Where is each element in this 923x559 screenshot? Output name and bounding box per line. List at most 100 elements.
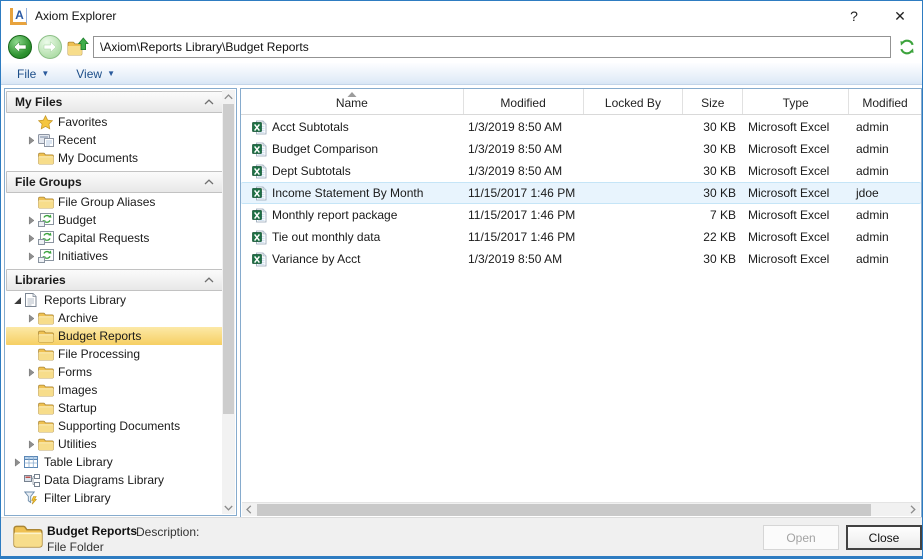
- column-header-label: Name: [336, 96, 368, 110]
- open-button[interactable]: Open: [763, 525, 839, 550]
- tree-item-utilities[interactable]: Utilities: [6, 435, 223, 453]
- cell-modified: 1/3/2019 8:50 AM: [464, 252, 584, 266]
- file-row-monthly-report-package[interactable]: Monthly report package11/15/2017 1:46 PM…: [241, 204, 921, 226]
- expander-collapsed-icon[interactable]: [27, 440, 36, 449]
- window-close-button[interactable]: ✕: [888, 6, 912, 26]
- expander-collapsed-icon[interactable]: [27, 136, 36, 145]
- expander-collapsed-icon[interactable]: [27, 314, 36, 323]
- tree-item-label: Initiatives: [57, 249, 108, 263]
- file-row-acct-subtotals[interactable]: Acct Subtotals1/3/2019 8:50 AM30 KBMicro…: [241, 116, 921, 138]
- file-row-budget-comparison[interactable]: Budget Comparison1/3/2019 8:50 AM30 KBMi…: [241, 138, 921, 160]
- tree-item-startup[interactable]: Startup: [6, 399, 223, 417]
- tree-item-filter-library[interactable]: Filter Library: [6, 489, 223, 507]
- tree-item-label: Table Library: [43, 455, 113, 469]
- column-header-size[interactable]: Size: [683, 89, 743, 114]
- tree-item-recent[interactable]: Recent: [6, 131, 223, 149]
- tree-item-file-group-aliases[interactable]: File Group Aliases: [6, 193, 223, 211]
- tree-item-reports-library[interactable]: Reports Library: [6, 291, 223, 309]
- folder-icon: [38, 312, 54, 325]
- file-row-income-statement-by-month[interactable]: Income Statement By Month11/15/2017 1:46…: [241, 182, 921, 204]
- tree-item-my-documents[interactable]: My Documents: [6, 149, 223, 167]
- cell-size: 22 KB: [684, 230, 744, 244]
- chevron-down-icon: ▼: [107, 69, 115, 78]
- tree-item-table-library[interactable]: Table Library: [6, 453, 223, 471]
- column-header-label: Modified: [862, 96, 907, 110]
- chevron-up-icon[interactable]: [204, 179, 214, 185]
- scroll-up-icon[interactable]: [222, 90, 235, 103]
- section-header-file-groups[interactable]: File Groups: [6, 171, 223, 193]
- tree-item-budget[interactable]: Budget: [6, 211, 223, 229]
- tree-item-data-diagrams-library[interactable]: Data Diagrams Library: [6, 471, 223, 489]
- tree-item-supporting-documents[interactable]: Supporting Documents: [6, 417, 223, 435]
- tree-item-budget-reports[interactable]: Budget Reports: [6, 327, 223, 345]
- sidebar-scroll-thumb[interactable]: [223, 104, 234, 414]
- horizontal-scrollbar[interactable]: [242, 502, 920, 516]
- sidebar-scrollbar[interactable]: [222, 90, 235, 514]
- expander-expanded-icon[interactable]: [13, 296, 22, 305]
- tree-item-favorites[interactable]: Favorites: [6, 113, 223, 131]
- folder-icon: [13, 524, 43, 549]
- chevron-up-icon[interactable]: [204, 99, 214, 105]
- cell-name: Dept Subtotals: [241, 164, 464, 179]
- report-document-icon: [24, 293, 37, 307]
- column-header-modified[interactable]: Modified: [849, 89, 921, 114]
- menu-view[interactable]: View▼: [76, 67, 115, 81]
- up-folder-icon: [67, 37, 89, 57]
- horizontal-scroll-thumb[interactable]: [257, 504, 871, 516]
- help-button[interactable]: ?: [843, 6, 865, 26]
- cell-modified: 11/15/2017 1:46 PM: [464, 186, 584, 200]
- window-title: Axiom Explorer: [35, 9, 116, 23]
- chevron-up-icon[interactable]: [204, 277, 214, 283]
- column-header-type[interactable]: Type: [743, 89, 849, 114]
- cell-modified-by: admin: [850, 252, 922, 266]
- forward-button[interactable]: [38, 35, 62, 59]
- file-row-variance-by-acct[interactable]: Variance by Acct1/3/2019 8:50 AM30 KBMic…: [241, 248, 921, 270]
- tree-item-archive[interactable]: Archive: [6, 309, 223, 327]
- back-button[interactable]: [8, 35, 32, 59]
- expander-collapsed-icon[interactable]: [27, 252, 36, 261]
- tree-item-file-processing[interactable]: File Processing: [6, 345, 223, 363]
- tree-item-label: Filter Library: [43, 491, 111, 505]
- cell-modified-by: admin: [850, 120, 922, 134]
- column-header-locked-by[interactable]: Locked By: [584, 89, 684, 114]
- excel-file-icon: [252, 164, 267, 179]
- up-one-level-button[interactable]: [67, 37, 89, 57]
- section-header-my-files[interactable]: My Files: [6, 91, 223, 113]
- tree-item-capital-requests[interactable]: Capital Requests: [6, 229, 223, 247]
- expander-collapsed-icon[interactable]: [27, 216, 36, 225]
- address-bar-input[interactable]: [93, 36, 891, 58]
- axiom-explorer-window: A Axiom Explorer ? ✕: [0, 0, 923, 559]
- cell-name: Variance by Acct: [241, 252, 464, 267]
- tree-item-label: Capital Requests: [57, 231, 149, 245]
- expander-collapsed-icon[interactable]: [27, 368, 36, 377]
- section-title: Libraries: [15, 273, 66, 287]
- scroll-right-icon[interactable]: [906, 503, 920, 516]
- scroll-down-icon[interactable]: [222, 501, 235, 514]
- file-row-dept-subtotals[interactable]: Dept Subtotals1/3/2019 8:50 AM30 KBMicro…: [241, 160, 921, 182]
- back-arrow-icon: [13, 41, 27, 53]
- file-name-label: Dept Subtotals: [267, 164, 351, 178]
- star-icon: [38, 115, 53, 130]
- tree-item-label: Forms: [57, 365, 92, 379]
- cell-name: Acct Subtotals: [241, 120, 464, 135]
- sort-ascending-icon: [347, 92, 356, 97]
- expander-collapsed-icon[interactable]: [27, 234, 36, 243]
- excel-file-icon: [252, 186, 267, 201]
- folder-icon: [38, 152, 54, 165]
- refresh-button[interactable]: [898, 38, 916, 56]
- file-row-tie-out-monthly-data[interactable]: Tie out monthly data11/15/2017 1:46 PM22…: [241, 226, 921, 248]
- filter-library-icon: [24, 491, 38, 505]
- tree-item-images[interactable]: Images: [6, 381, 223, 399]
- cell-type: Microsoft Excel: [744, 120, 850, 134]
- close-button[interactable]: Close: [846, 525, 922, 550]
- column-header-name[interactable]: Name: [241, 89, 464, 114]
- file-name-label: Budget Comparison: [267, 142, 378, 156]
- expander-collapsed-icon[interactable]: [13, 458, 22, 467]
- tree-item-forms[interactable]: Forms: [6, 363, 223, 381]
- menu-file[interactable]: File▼: [17, 67, 49, 81]
- tree-item-initiatives[interactable]: Initiatives: [6, 247, 223, 265]
- cell-type: Microsoft Excel: [744, 186, 850, 200]
- column-header-modified[interactable]: Modified: [464, 89, 584, 114]
- scroll-left-icon[interactable]: [242, 503, 256, 516]
- section-header-libraries[interactable]: Libraries: [6, 269, 223, 291]
